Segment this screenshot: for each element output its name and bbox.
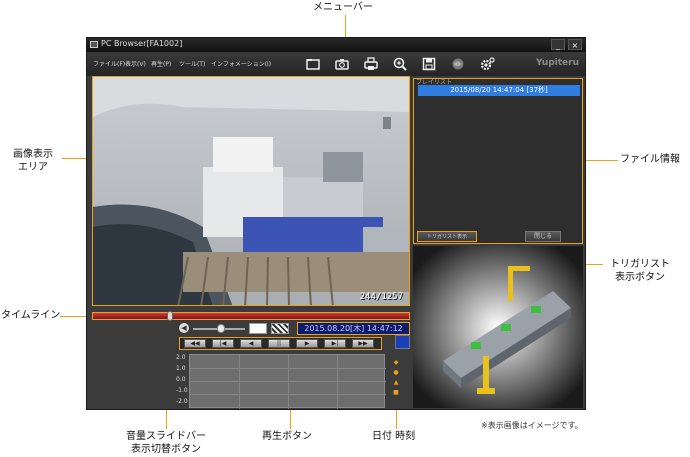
trigger-row: トリガリスト表示 閉じる <box>413 230 583 244</box>
file-info-panel: プレイリスト 2015/08/20 14:47:04 [37秒] <box>413 78 583 244</box>
graph-gridline <box>239 355 240 409</box>
app-icon <box>90 41 98 48</box>
frame-counter: 244/1257 <box>359 292 403 302</box>
single-view-toggle[interactable] <box>249 323 267 334</box>
image-note: ※表示画像はイメージです。 <box>481 421 583 430</box>
multi-view-toggle[interactable] <box>271 323 289 334</box>
video-frame-image <box>93 77 409 305</box>
graph-tick-neg1: -1.0 <box>176 387 188 394</box>
menu-file[interactable]: ファイル(F) <box>93 59 125 68</box>
conveyor-preview-image <box>413 246 583 408</box>
graph-gridline <box>288 355 289 409</box>
axis-indicator-icons: ◆ ● ▲ ■ <box>393 359 399 396</box>
zoom-icon[interactable] <box>392 56 408 72</box>
volume-row: ◀ 2015.08.20[木] 14:47:12 <box>179 322 412 335</box>
settings-icon[interactable] <box>479 56 495 72</box>
folder-icon[interactable] <box>305 56 321 72</box>
save-icon[interactable] <box>421 56 437 72</box>
annotation-file-info: ファイル情報 <box>620 154 680 165</box>
title-bar[interactable]: PC Browser[FA1002] _ × <box>87 38 585 52</box>
graph-tick-2: 2.0 <box>176 354 186 361</box>
volume-thumb[interactable] <box>217 324 225 333</box>
playback-controls: ◀◀ |◀ ◀ || ▶ ▶| ▶▶ <box>179 337 382 350</box>
g-sensor-graph <box>189 354 386 409</box>
leader-line-file-info <box>583 160 618 161</box>
annotation-volume-line1: 音量スライドバー <box>126 431 206 442</box>
annotation-video-area-line1: 画像表示 <box>13 149 53 160</box>
skip-back-button[interactable]: |◀ <box>212 339 234 348</box>
graph-tick-1: 1.0 <box>176 365 186 372</box>
speaker-icon[interactable]: ◀ <box>179 323 189 333</box>
pause-button[interactable]: || <box>268 339 290 348</box>
play-button[interactable]: ▶ <box>296 339 318 348</box>
close-panel-button[interactable]: 閉じる <box>525 231 561 242</box>
video-display-area[interactable]: 244/1257 <box>92 76 410 306</box>
annotation-trigger-line1: トリガリスト <box>610 259 670 270</box>
menu-play[interactable]: 再生(P) <box>151 59 171 68</box>
annotation-volume: 音量スライドバー 表示切替ボタン <box>120 430 212 456</box>
annotation-timeline: タイムライン <box>1 310 61 321</box>
graph-tick-neg2: -2.0 <box>176 398 188 405</box>
close-window-button[interactable]: × <box>568 39 582 50</box>
annotation-video-area: 画像表示 エリア <box>4 148 62 174</box>
brand-logo: Yupiteru <box>535 58 579 68</box>
menu-tools[interactable]: ツール(T) <box>179 59 205 68</box>
annotation-video-area-line2: エリア <box>18 162 48 173</box>
graph-tick-0: 0.0 <box>176 376 186 383</box>
fast-forward-button[interactable]: ▶▶ <box>352 339 374 348</box>
trigger-list-button[interactable]: トリガリスト表示 <box>417 231 477 242</box>
reverse-play-button[interactable]: ◀ <box>240 339 262 348</box>
conveyor-illustration <box>413 246 583 408</box>
map-icon[interactable] <box>450 56 466 72</box>
menu-bar: ファイル(F) 表示(V) 再生(P) ツール(T) インフォメーション(I) <box>87 52 585 76</box>
window-title: PC Browser[FA1002] <box>101 39 183 48</box>
menu-view[interactable]: 表示(V) <box>125 59 146 68</box>
print-icon[interactable] <box>363 56 379 72</box>
annotation-menubar: メニューバー <box>313 2 373 13</box>
map-toggle-button[interactable] <box>395 335 410 349</box>
annotation-playback: 再生ボタン <box>262 431 312 442</box>
annotation-volume-line2: 表示切替ボタン <box>131 444 201 455</box>
annotation-trigger: トリガリスト 表示ボタン <box>604 258 676 284</box>
datetime-display: 2015.08.20[木] 14:47:12 <box>297 322 410 335</box>
file-list-item[interactable]: 2015/08/20 14:47:04 [37秒] <box>418 85 580 96</box>
volume-slider[interactable] <box>193 324 245 333</box>
menu-information[interactable]: インフォメーション(I) <box>211 59 271 68</box>
app-window: PC Browser[FA1002] _ × ファイル(F) 表示(V) 再生(… <box>86 37 586 410</box>
toolbar <box>297 53 513 75</box>
timeline-thumb[interactable] <box>167 311 173 321</box>
fast-rewind-button[interactable]: ◀◀ <box>184 339 206 348</box>
minimize-button[interactable]: _ <box>551 39 565 50</box>
camera-icon[interactable] <box>334 56 350 72</box>
timeline-slider[interactable] <box>92 311 410 321</box>
annotation-datetime: 日付 時刻 <box>372 431 416 442</box>
annotation-trigger-line2: 表示ボタン <box>615 272 665 283</box>
graph-gridline <box>337 355 338 409</box>
skip-forward-button[interactable]: ▶| <box>324 339 346 348</box>
